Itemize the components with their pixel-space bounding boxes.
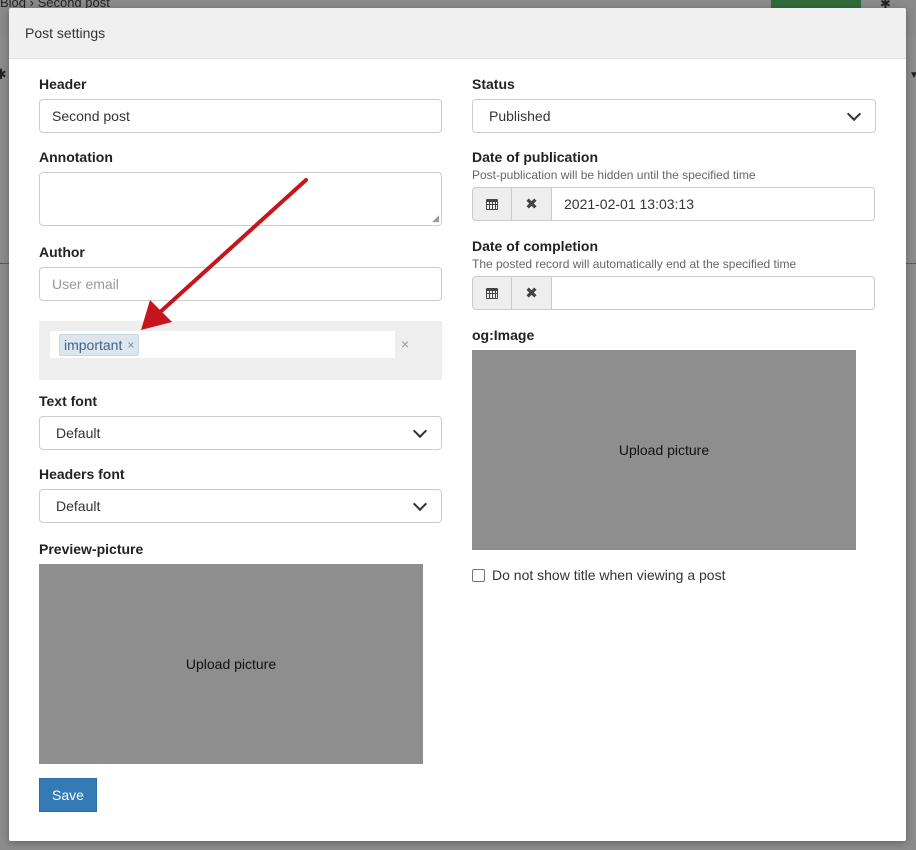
date-completion-group: ✖ [472,276,875,310]
preview-picture-label: Preview-picture [39,541,144,557]
date-completion-hint: The posted record will automatically end… [472,257,797,271]
background-settings-icon: ✱ [0,66,7,82]
og-image-label: og:Image [472,327,535,343]
date-publication-value: 2021-02-01 13:03:13 [564,196,694,212]
header-input-value: Second post [52,108,130,124]
tags-field: important × × [39,321,442,380]
post-settings-modal: Post settings Header Second post Annotat… [9,8,906,841]
save-button[interactable]: Save [39,778,97,812]
text-font-select[interactable]: Default [39,416,442,450]
date-completion-clear-button[interactable]: ✖ [512,276,552,310]
chevron-down-icon [412,423,428,438]
status-selected: Published [489,108,551,124]
hide-title-row: Do not show title when viewing a post [472,567,876,583]
date-completion-calendar-button[interactable] [472,276,512,310]
date-publication-label: Date of publication [472,149,598,165]
tag-chip: important × [59,333,140,356]
author-label: Author [39,244,85,260]
modal-header: Post settings [9,8,906,59]
date-publication-hint: Post-publication will be hidden until th… [472,168,756,182]
header-label: Header [39,76,87,92]
date-completion-label: Date of completion [472,238,599,254]
hide-title-label[interactable]: Do not show title when viewing a post [492,567,725,583]
tags-input[interactable]: important × [50,331,395,358]
text-font-selected: Default [56,425,101,441]
annotation-label: Annotation [39,149,113,165]
times-icon: ✖ [525,285,538,302]
date-publication-group: ✖ 2021-02-01 13:03:13 [472,187,875,221]
date-completion-input[interactable] [552,276,875,310]
left-column: Header Second post Annotation ◢ Author U… [39,74,442,764]
annotation-textarea[interactable]: ◢ [39,172,442,226]
header-input[interactable]: Second post [39,99,442,133]
date-publication-calendar-button[interactable] [472,187,512,221]
tag-remove-icon[interactable]: × [127,336,134,354]
resize-grip-icon[interactable]: ◢ [432,214,439,223]
modal-title: Post settings [25,25,106,41]
headers-font-label: Headers font [39,466,125,482]
og-image-upload[interactable]: Upload picture [472,350,856,550]
tag-chip-label: important [64,336,123,353]
headers-font-select[interactable]: Default [39,489,442,523]
text-font-label: Text font [39,393,98,409]
calendar-icon [486,198,498,210]
right-column: Status Published Date of publication Pos… [472,74,876,583]
date-publication-input[interactable]: 2021-02-01 13:03:13 [552,187,875,221]
status-label: Status [472,76,515,92]
status-select[interactable]: Published [472,99,876,133]
preview-upload-text: Upload picture [185,656,277,672]
headers-font-selected: Default [56,498,101,514]
background-divider-right [906,263,916,264]
date-publication-clear-button[interactable]: ✖ [512,187,552,221]
tags-clear-icon[interactable]: × [401,336,409,352]
author-input[interactable]: User email [39,267,442,301]
times-icon: ✖ [525,196,538,213]
chevron-down-icon [412,496,428,511]
hide-title-checkbox[interactable] [472,568,485,582]
background-caret-icon: ▼ [909,70,916,81]
calendar-icon [486,287,498,299]
preview-picture-upload[interactable]: Upload picture [39,564,423,764]
author-input-placeholder: User email [52,276,119,292]
chevron-down-icon [846,106,862,121]
og-upload-text: Upload picture [618,442,710,458]
